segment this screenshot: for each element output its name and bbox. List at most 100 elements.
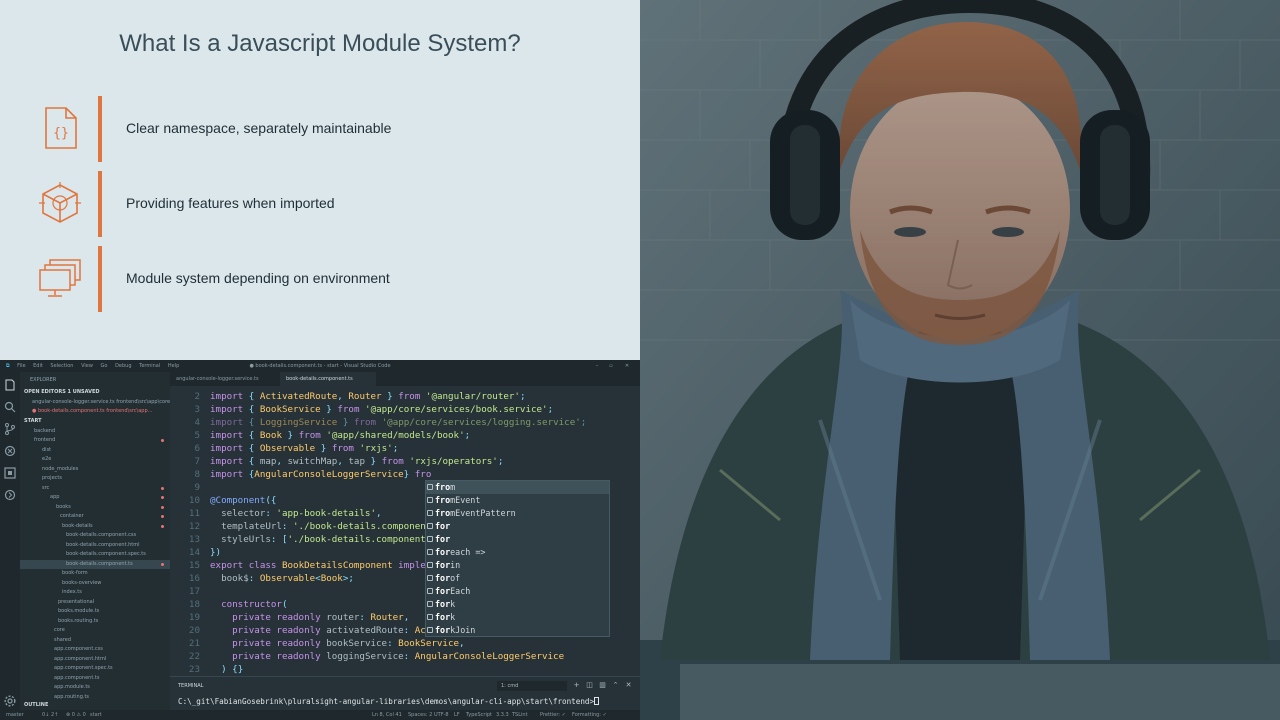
suggestion-item[interactable]: forof [426, 572, 609, 585]
chevron-up-icon[interactable]: ⌃ [611, 681, 620, 690]
split-terminal-icon[interactable]: ◫ [585, 681, 594, 690]
tree-item[interactable]: backend [20, 427, 170, 437]
bullet-point-3: Module system depending on environment [36, 246, 636, 312]
suggestion-item[interactable]: fromEvent [426, 494, 609, 507]
menu-help[interactable]: Help [168, 360, 179, 372]
suggestion-item[interactable]: forEach [426, 585, 609, 598]
close-icon[interactable]: ✕ [620, 360, 634, 372]
tab-book-details[interactable]: book-details.component.ts [280, 372, 376, 386]
tree-item[interactable]: app.module.ts [20, 683, 170, 693]
suggestion-item[interactable]: fork [426, 611, 609, 624]
tree-item[interactable]: books.routing.ts [20, 617, 170, 627]
suggestion-item[interactable]: foreach => [426, 546, 609, 559]
line-number: 20 [188, 625, 200, 636]
sync-status[interactable]: 0↓ 2↑ [42, 710, 58, 720]
tree-item[interactable]: app.component.ts [20, 674, 170, 684]
tree-item[interactable]: shared [20, 636, 170, 646]
maximize-icon[interactable]: ▫ [604, 360, 618, 372]
tree-item[interactable]: app [20, 493, 170, 503]
suggestion-item[interactable]: forin [426, 559, 609, 572]
tree-item[interactable]: books.module.ts [20, 607, 170, 617]
prettier-status[interactable]: Prettier: ✓ [540, 710, 566, 720]
tree-item[interactable]: projects [20, 474, 170, 484]
code-text: import { BookService } from '@app/core/s… [210, 404, 554, 415]
tree-label: book-details.component.ts [66, 560, 133, 567]
tree-item[interactable]: src [20, 484, 170, 494]
terminal-prompt[interactable]: C:\_git\FabianGosebrink\pluralsight-angu… [178, 697, 600, 706]
open-editor-item[interactable]: angular-console-logger.service.ts fronte… [20, 398, 170, 408]
suggestion-item[interactable]: for [426, 533, 609, 546]
encoding[interactable]: UTF-8 [434, 710, 449, 720]
debug-icon[interactable] [3, 444, 17, 458]
suggestion-item[interactable]: fork [426, 598, 609, 611]
add-terminal-icon[interactable]: + [572, 681, 581, 690]
explorer-icon[interactable] [3, 378, 17, 392]
suggestion-item[interactable]: for [426, 520, 609, 533]
remote-icon[interactable] [3, 488, 17, 502]
tree-item[interactable]: presentational [20, 598, 170, 608]
git-branch[interactable]: master [6, 710, 24, 720]
search-icon[interactable] [3, 400, 17, 414]
line-number: 5 [194, 430, 200, 441]
indent-setting[interactable]: Spaces: 2 [408, 710, 432, 720]
tree-item[interactable]: book-details [20, 522, 170, 532]
suggestion-match: for [435, 547, 451, 557]
end-of-line[interactable]: LF [454, 710, 460, 720]
tree-item[interactable]: book-details.component.spec.ts [20, 550, 170, 560]
menu-file[interactable]: File [17, 360, 25, 372]
tree-item-selected[interactable]: book-details.component.ts [20, 559, 170, 569]
trash-icon[interactable]: ▥ [598, 681, 607, 690]
tree-item[interactable]: container [20, 512, 170, 522]
tree-item[interactable]: app.component.spec.ts [20, 664, 170, 674]
suggestion-item[interactable]: from [426, 481, 609, 494]
language-mode[interactable]: TypeScript [466, 710, 492, 720]
outline-header[interactable]: OUTLINE [20, 701, 170, 710]
bullet-point-1: {} Clear namespace, separately maintaina… [36, 96, 636, 162]
suggestion-item[interactable]: fromEventPattern [426, 507, 609, 520]
suggestion-item[interactable]: forkJoin [426, 624, 609, 637]
ts-version[interactable]: 3.3.3 [496, 710, 509, 720]
tree-item[interactable]: index.ts [20, 588, 170, 598]
close-panel-icon[interactable]: ✕ [624, 681, 633, 690]
menu-debug[interactable]: Debug [115, 360, 131, 372]
terminal-tab[interactable]: TERMINAL [178, 683, 203, 689]
tree-item[interactable]: book-form [20, 569, 170, 579]
formatting-status[interactable]: Formatting: ✓ [572, 710, 607, 720]
bullet-text: Module system depending on environment [126, 270, 390, 286]
menu-selection[interactable]: Selection [50, 360, 73, 372]
tree-item[interactable]: app.component.html [20, 655, 170, 665]
code-text: import { LoggingService } from '@app/cor… [210, 417, 587, 428]
open-editors-header[interactable]: OPEN EDITORS 1 UNSAVED [20, 388, 170, 398]
tab-logger-service[interactable]: angular-console-logger.service.ts [170, 372, 280, 386]
tree-item[interactable]: e2e [20, 455, 170, 465]
suggestion-rest: Each [450, 586, 471, 596]
tree-item[interactable]: book-details.component.css [20, 531, 170, 541]
tslint-status[interactable]: TSLint [512, 710, 528, 720]
gear-icon[interactable] [3, 694, 17, 708]
tree-item[interactable]: books-overview [20, 579, 170, 589]
code-text: @Component({ [210, 495, 277, 506]
extensions-icon[interactable] [3, 466, 17, 480]
menu-go[interactable]: Go [101, 360, 108, 372]
tree-item[interactable]: books [20, 503, 170, 513]
code-text: import { Book } from '@app/shared/models… [210, 430, 471, 441]
tree-item[interactable]: node_modules [20, 465, 170, 475]
tree-item[interactable]: dist [20, 446, 170, 456]
tree-item[interactable]: frontend [20, 436, 170, 446]
open-editor-item[interactable]: ● book-details.component.ts frontend\src… [20, 407, 170, 417]
cursor-position[interactable]: Ln 8, Col 41 [372, 710, 402, 720]
menu-edit[interactable]: Edit [33, 360, 43, 372]
code-text: private readonly loggingService: Angular… [232, 651, 565, 662]
tree-item[interactable]: core [20, 626, 170, 636]
menu-terminal[interactable]: Terminal [139, 360, 160, 372]
menu-view[interactable]: View [81, 360, 93, 372]
workspace-header[interactable]: START [20, 417, 170, 427]
problems-count[interactable]: ⊗ 0 ⚠ 0 [66, 710, 86, 720]
tree-item[interactable]: app.component.css [20, 645, 170, 655]
minimize-icon[interactable]: – [590, 360, 604, 372]
terminal-select[interactable]: 1: cmd [497, 681, 567, 691]
suggestion-match: for [435, 586, 451, 596]
line-number: 17 [188, 586, 200, 597]
source-control-icon[interactable] [3, 422, 17, 436]
tree-item[interactable]: book-details.component.html [20, 541, 170, 551]
